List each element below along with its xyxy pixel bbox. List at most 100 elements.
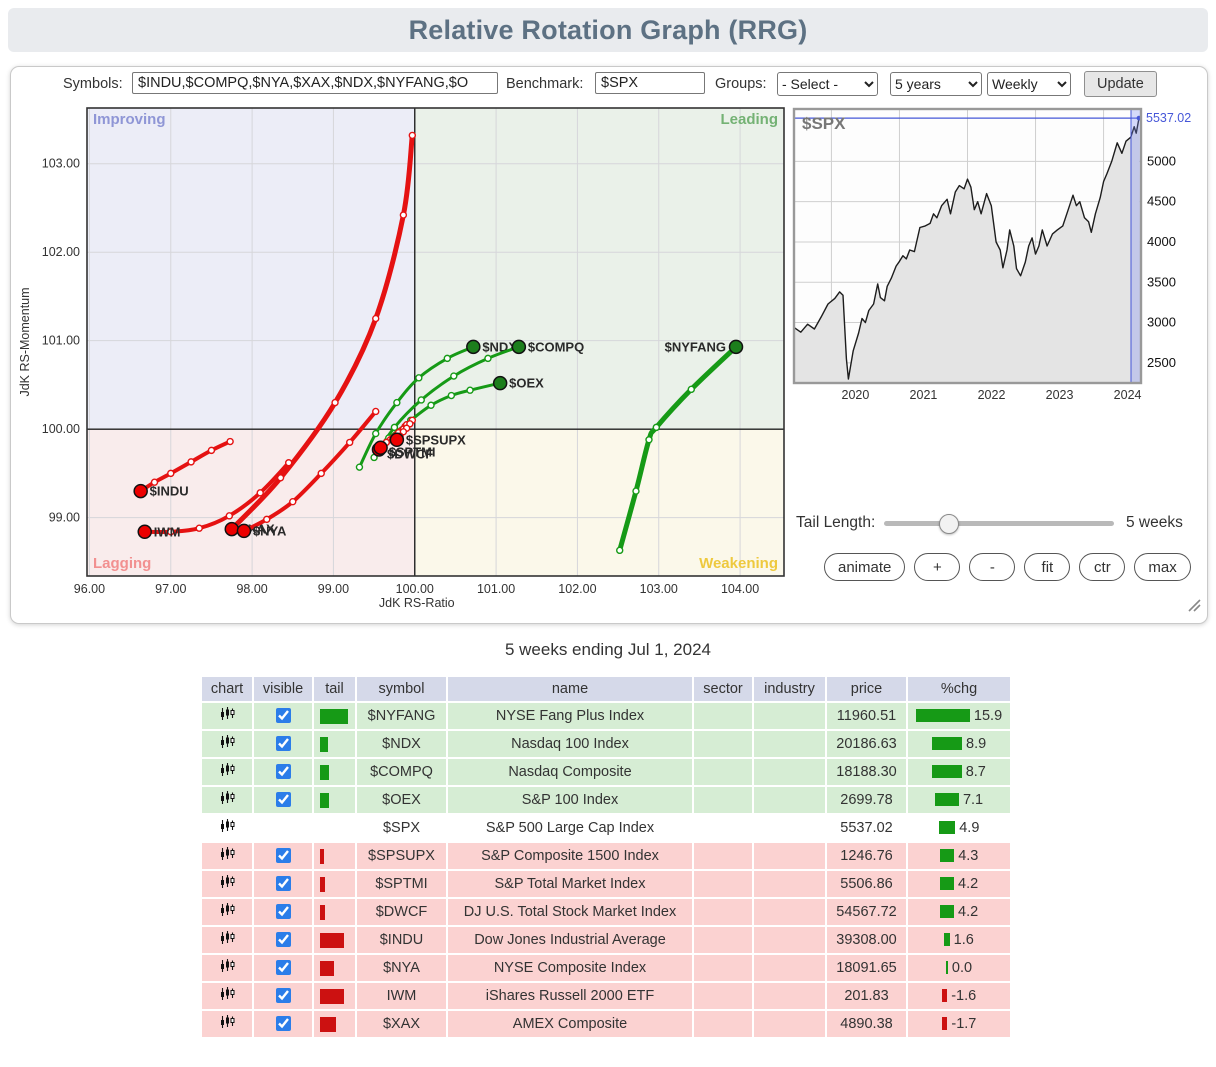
- industry-cell: [754, 899, 825, 925]
- chart-cell[interactable]: [202, 983, 252, 1009]
- svg-text:103.00: 103.00: [640, 582, 678, 596]
- chart-cell[interactable]: [202, 703, 252, 729]
- visible-checkbox[interactable]: [276, 876, 291, 891]
- symbol-cell: $INDU: [357, 927, 446, 953]
- name-cell: S&P Composite 1500 Index: [448, 843, 692, 869]
- visible-cell[interactable]: [254, 703, 312, 729]
- table-row-spsupx: $SPSUPXS&P Composite 1500 Index1246.764.…: [202, 843, 1010, 869]
- candlestick-chart-icon[interactable]: [219, 930, 236, 946]
- tail-length-slider[interactable]: [884, 511, 1114, 535]
- y-axis-title: JdK RS-Momentum: [18, 287, 32, 396]
- svg-text:102.00: 102.00: [42, 245, 80, 259]
- rrg-zoom-out-button[interactable]: -: [969, 553, 1015, 581]
- rrg-max-button[interactable]: max: [1134, 553, 1190, 581]
- candlestick-chart-icon[interactable]: [219, 986, 236, 1002]
- candlestick-chart-icon[interactable]: [219, 958, 236, 974]
- tail-swatch: [320, 877, 325, 892]
- chart-cell[interactable]: [202, 731, 252, 757]
- candlestick-chart-icon[interactable]: [219, 846, 236, 862]
- symbols-input[interactable]: [132, 72, 498, 94]
- name-cell: S&P 500 Large Cap Index: [448, 815, 692, 841]
- visible-cell[interactable]: [254, 731, 312, 757]
- svg-text:99.00: 99.00: [49, 511, 80, 525]
- slider-thumb[interactable]: [939, 514, 959, 534]
- rrg-fit-button[interactable]: fit: [1024, 553, 1070, 581]
- chart-cell[interactable]: [202, 1011, 252, 1037]
- visible-checkbox[interactable]: [276, 988, 291, 1003]
- quadrant-label-lagging: Lagging: [93, 555, 151, 572]
- candlestick-chart-icon[interactable]: [219, 902, 236, 918]
- resize-handle-icon[interactable]: [1183, 595, 1203, 613]
- name-cell: AMEX Composite: [448, 1011, 692, 1037]
- update-button[interactable]: Update: [1084, 71, 1157, 97]
- chart-cell[interactable]: [202, 955, 252, 981]
- visible-checkbox[interactable]: [276, 736, 291, 751]
- tail-cell: [314, 703, 355, 729]
- pct-change-value: -1.6: [951, 988, 976, 1004]
- visible-cell[interactable]: [254, 983, 312, 1009]
- visible-checkbox[interactable]: [276, 960, 291, 975]
- slider-track[interactable]: [884, 521, 1114, 526]
- candlestick-chart-icon[interactable]: [219, 1014, 236, 1030]
- visible-checkbox[interactable]: [276, 932, 291, 947]
- candlestick-chart-icon[interactable]: [219, 874, 236, 890]
- name-cell: S&P 100 Index: [448, 787, 692, 813]
- svg-text:3000: 3000: [1147, 315, 1176, 330]
- candlestick-chart-icon[interactable]: [219, 706, 236, 722]
- chart-cell[interactable]: [202, 759, 252, 785]
- visible-checkbox[interactable]: [276, 764, 291, 779]
- industry-cell: [754, 927, 825, 953]
- pct-change-cell: -1.6: [908, 983, 1010, 1009]
- period-select[interactable]: Weekly: [987, 72, 1071, 96]
- visible-cell[interactable]: [254, 759, 312, 785]
- pct-change-cell: 15.9: [908, 703, 1010, 729]
- table-row-iwm: IWMiShares Russell 2000 ETF201.83-1.6: [202, 983, 1010, 1009]
- candlestick-chart-icon[interactable]: [219, 790, 236, 806]
- pct-change-value: 8.9: [966, 736, 986, 752]
- rrg-zoom-in-button[interactable]: +: [914, 553, 960, 581]
- rrg-ctr-button[interactable]: ctr: [1079, 553, 1125, 581]
- chart-cell[interactable]: [202, 843, 252, 869]
- price-cell: 2699.78: [827, 787, 906, 813]
- candlestick-chart-icon[interactable]: [219, 762, 236, 778]
- name-cell: NYSE Fang Plus Index: [448, 703, 692, 729]
- chart-cell[interactable]: [202, 787, 252, 813]
- visible-cell[interactable]: [254, 787, 312, 813]
- groups-select[interactable]: - Select -: [777, 72, 878, 96]
- svg-text:$INDU: $INDU: [150, 484, 189, 499]
- pct-change-cell: 4.3: [908, 843, 1010, 869]
- sector-cell: [694, 703, 752, 729]
- candlestick-chart-icon[interactable]: [219, 818, 236, 834]
- visible-cell[interactable]: [254, 843, 312, 869]
- tail-length-label: Tail Length:: [796, 514, 875, 532]
- visible-checkbox[interactable]: [276, 1016, 291, 1031]
- pct-change-bar: [940, 905, 954, 918]
- title-bar: Relative Rotation Graph (RRG): [8, 8, 1208, 52]
- chart-cell[interactable]: [202, 871, 252, 897]
- visible-cell[interactable]: [254, 871, 312, 897]
- visible-checkbox[interactable]: [276, 792, 291, 807]
- visible-checkbox[interactable]: [276, 904, 291, 919]
- visible-cell[interactable]: [254, 927, 312, 953]
- visible-checkbox[interactable]: [276, 848, 291, 863]
- visible-checkbox[interactable]: [276, 708, 291, 723]
- chart-cell[interactable]: [202, 927, 252, 953]
- candlestick-chart-icon[interactable]: [219, 734, 236, 750]
- rrg-animate-button[interactable]: animate: [824, 553, 905, 581]
- tail-cell: [314, 731, 355, 757]
- range-select[interactable]: 5 years: [890, 72, 982, 96]
- benchmark-input[interactable]: [595, 72, 705, 94]
- spx-mini-chart[interactable]: 2020202120222023202425003000350040004500…: [792, 107, 1194, 409]
- visible-cell[interactable]: [254, 1011, 312, 1037]
- chart-cell[interactable]: [202, 815, 252, 841]
- visible-cell[interactable]: [254, 955, 312, 981]
- tail-cell: [314, 815, 355, 841]
- pct-change-cell: 4.2: [908, 899, 1010, 925]
- name-cell: Nasdaq 100 Index: [448, 731, 692, 757]
- name-cell: DJ U.S. Total Stock Market Index: [448, 899, 692, 925]
- chart-cell[interactable]: [202, 899, 252, 925]
- table-row-xax: $XAXAMEX Composite4890.38-1.7: [202, 1011, 1010, 1037]
- rrg-chart[interactable]: 96.0097.0098.0099.00100.00101.00102.0010…: [15, 101, 801, 616]
- svg-text:98.00: 98.00: [236, 582, 267, 596]
- visible-cell[interactable]: [254, 899, 312, 925]
